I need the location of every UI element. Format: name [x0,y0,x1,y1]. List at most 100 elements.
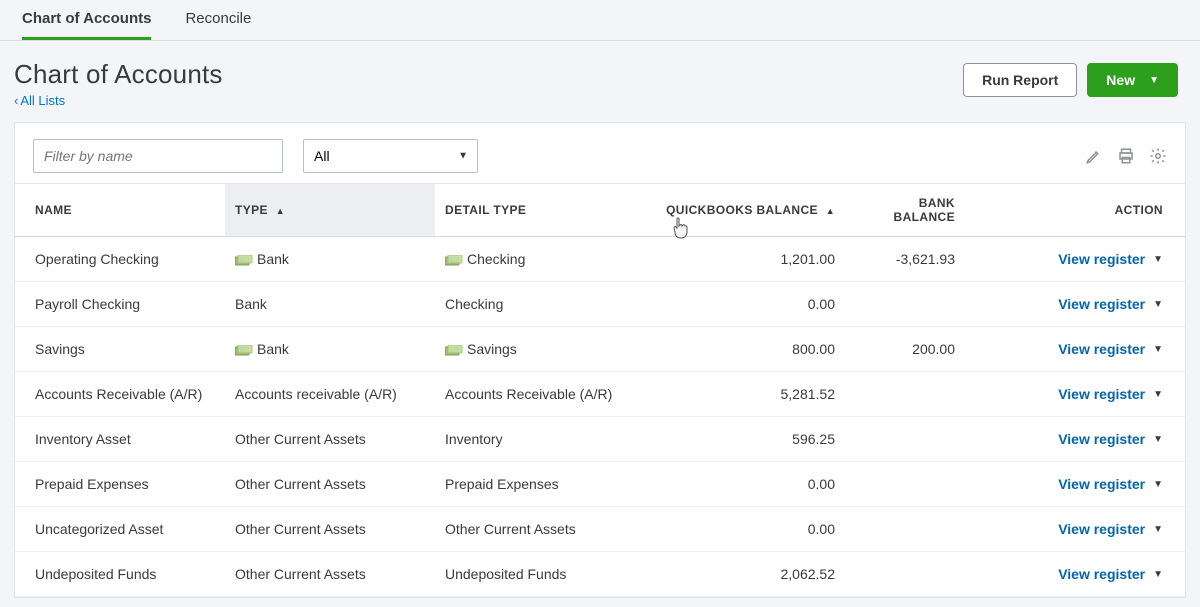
cell-bank-balance [845,282,965,327]
chevron-down-icon[interactable]: ▼ [1153,524,1163,535]
cell-quickbooks-balance: 1,201.00 [655,237,845,282]
cell-action: View register▼ [965,282,1185,327]
column-header-type-label: TYPE [235,203,268,217]
sort-ascending-icon: ▲ [826,206,835,216]
column-header-action: ACTION [965,184,1185,237]
cell-action: View register▼ [965,417,1185,462]
cell-detail-type: Prepaid Expenses [435,462,655,507]
table-toolbar: All ▼ [15,123,1185,183]
cell-quickbooks-balance: 0.00 [655,507,845,552]
cell-bank-balance: -3,621.93 [845,237,965,282]
cell-name: Payroll Checking [15,282,225,327]
view-register-link[interactable]: View register▼ [1058,521,1163,537]
cell-detail-type: Checking [435,237,655,282]
money-icon [235,255,251,265]
filter-name-input[interactable] [33,139,283,173]
cell-detail-type: Accounts Receivable (A/R) [435,372,655,417]
cell-quickbooks-balance: 800.00 [655,327,845,372]
cell-action: View register▼ [965,552,1185,597]
table-row: Undeposited FundsOther Current AssetsUnd… [15,552,1185,597]
cell-action: View register▼ [965,462,1185,507]
accounts-card: All ▼ NAME TYPE ▲ DETA [14,122,1186,598]
cell-name: Undeposited Funds [15,552,225,597]
view-register-link[interactable]: View register▼ [1058,431,1163,447]
view-register-link[interactable]: View register▼ [1058,341,1163,357]
pencil-icon[interactable] [1085,147,1103,165]
cell-bank-balance [845,552,965,597]
chevron-down-icon[interactable]: ▼ [1153,479,1163,490]
cell-type: Bank [225,327,435,372]
cell-bank-balance [845,507,965,552]
cell-type: Other Current Assets [225,552,435,597]
gear-icon[interactable] [1149,147,1167,165]
cell-action: View register▼ [965,507,1185,552]
run-report-button[interactable]: Run Report [963,63,1077,97]
column-header-name[interactable]: NAME [15,184,225,237]
chevron-down-icon[interactable]: ▼ [1153,254,1163,265]
column-header-detail-type[interactable]: DETAIL TYPE [435,184,655,237]
column-header-quickbooks-balance[interactable]: QUICKBOOKS BALANCE ▲ [655,184,845,237]
table-row: Payroll CheckingBankChecking0.00 View reg… [15,282,1185,327]
cell-type: Other Current Assets [225,462,435,507]
column-header-type[interactable]: TYPE ▲ [225,184,435,237]
new-button-label: New [1106,72,1135,88]
cell-detail-type: Checking [435,282,655,327]
cell-type: Other Current Assets [225,507,435,552]
cell-name: Savings [15,327,225,372]
cell-quickbooks-balance: 0.00 [655,462,845,507]
view-register-link[interactable]: View register▼ [1058,476,1163,492]
cell-detail-type: Other Current Assets [435,507,655,552]
tabs-bar: Chart of Accounts Reconcile [0,0,1200,41]
column-header-qb-label: QUICKBOOKS BALANCE [666,203,818,217]
view-register-link[interactable]: View register▼ [1058,251,1163,267]
cell-quickbooks-balance: 5,281.52 [655,372,845,417]
back-all-lists-link[interactable]: ‹ All Lists [14,93,65,108]
page-title: Chart of Accounts [14,59,223,90]
chevron-down-icon[interactable]: ▼ [1153,389,1163,400]
cell-quickbooks-balance: 0.00 [655,282,845,327]
cell-type: Other Current Assets [225,417,435,462]
cell-bank-balance [845,462,965,507]
cell-type: Bank [225,282,435,327]
cell-detail-type: Savings [435,327,655,372]
accounts-table: NAME TYPE ▲ DETAIL TYPE QUICKBOOKS BALAN… [15,183,1185,597]
chevron-down-icon[interactable]: ▼ [1153,434,1163,445]
cell-bank-balance [845,417,965,462]
chevron-down-icon[interactable]: ▼ [1153,569,1163,580]
cell-name: Uncategorized Asset [15,507,225,552]
table-row: Uncategorized AssetOther Current AssetsO… [15,507,1185,552]
chevron-down-icon[interactable]: ▼ [1153,299,1163,310]
chevron-down-icon[interactable]: ▼ [1153,344,1163,355]
view-register-link[interactable]: View register▼ [1058,566,1163,582]
chevron-down-icon: ▼ [1149,75,1159,86]
cell-name: Operating Checking [15,237,225,282]
cell-detail-type: Undeposited Funds [435,552,655,597]
money-icon [445,345,461,355]
new-button[interactable]: New ▼ [1087,63,1178,97]
view-register-link[interactable]: View register▼ [1058,296,1163,312]
view-register-link[interactable]: View register▼ [1058,386,1163,402]
cell-bank-balance: 200.00 [845,327,965,372]
type-filter-select[interactable]: All [303,139,478,173]
tab-reconcile[interactable]: Reconcile [185,0,251,40]
cell-action: View register▼ [965,237,1185,282]
sort-ascending-icon: ▲ [276,206,285,216]
table-row: SavingsBankSavings800.00200.00View regis… [15,327,1185,372]
money-icon [445,255,461,265]
cell-action: View register▼ [965,372,1185,417]
cell-type: Bank [225,237,435,282]
table-row: Inventory AssetOther Current AssetsInven… [15,417,1185,462]
chevron-left-icon: ‹ [14,93,18,108]
cell-name: Prepaid Expenses [15,462,225,507]
print-icon[interactable] [1117,147,1135,165]
column-header-bank-balance[interactable]: BANK BALANCE [845,184,965,237]
table-row: Accounts Receivable (A/R)Accounts receiv… [15,372,1185,417]
cell-bank-balance [845,372,965,417]
page-header: Chart of Accounts ‹ All Lists Run Report… [0,41,1200,118]
tab-chart-of-accounts[interactable]: Chart of Accounts [22,0,151,40]
money-icon [235,345,251,355]
cell-name: Accounts Receivable (A/R) [15,372,225,417]
cell-name: Inventory Asset [15,417,225,462]
cell-action: View register▼ [965,327,1185,372]
cell-type: Accounts receivable (A/R) [225,372,435,417]
